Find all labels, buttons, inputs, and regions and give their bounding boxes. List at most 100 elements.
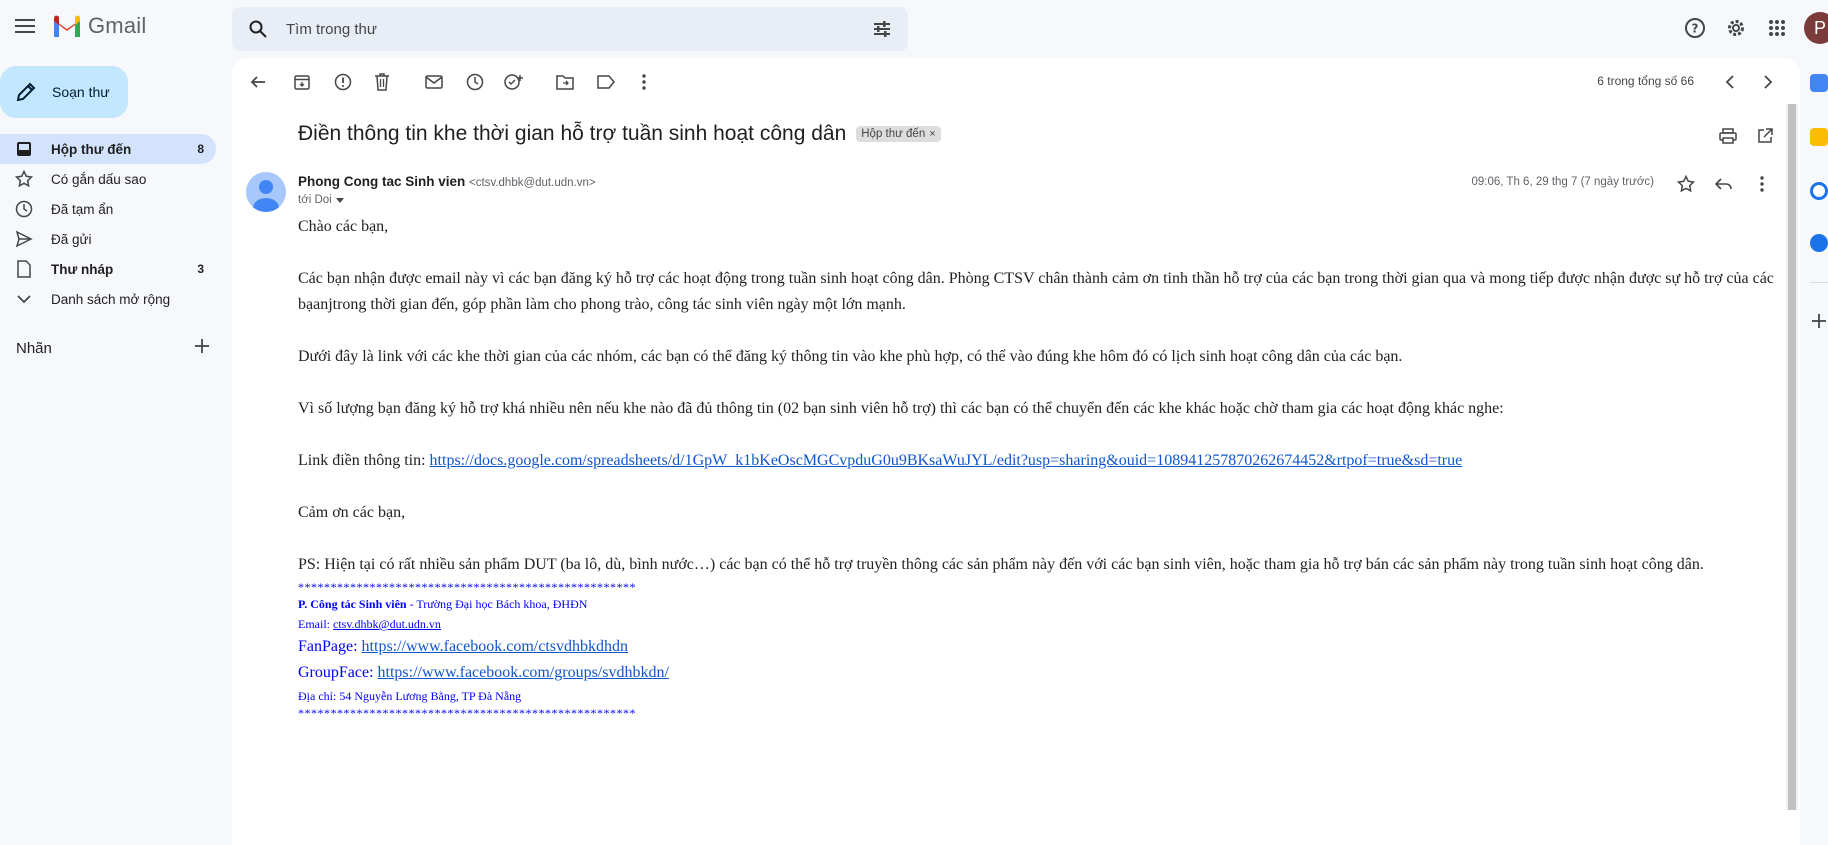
settings-gear-icon[interactable] (1722, 14, 1750, 42)
search-icon[interactable] (246, 17, 270, 41)
signature-org-rest: - Trường Đại học Bách khoa, ĐHĐN (406, 597, 588, 611)
add-to-tasks-icon[interactable] (502, 70, 526, 94)
app-name: Gmail (88, 13, 147, 38)
sidebar-nav: Hộp thư đến 8 Có gắn dấu sao Đã tạm ẩn Đ… (0, 134, 216, 314)
pencil-icon (16, 82, 36, 102)
email-date: 09:06, Th 6, 29 thg 7 (7 ngày trước) (1471, 176, 1654, 188)
caret-down-icon (335, 197, 344, 203)
draft-icon (14, 259, 34, 279)
search-bar (232, 7, 908, 51)
signature-org: P. Công tác Sinh viên - Trường Đại học B… (298, 594, 1778, 614)
print-icon[interactable] (1716, 124, 1740, 148)
link-label: Link điền thông tin: (298, 452, 430, 469)
account-controls: ? P (1681, 12, 1828, 44)
top-bar: Gmail ? P (0, 0, 1828, 58)
chip-label: Hộp thư đến (861, 128, 926, 140)
remove-label-icon[interactable]: × (929, 128, 935, 140)
subject-row: Điền thông tin khe thời gian hỗ trợ tuần… (298, 122, 941, 146)
spreadsheet-link[interactable]: https://docs.google.com/spreadsheets/d/1… (430, 452, 1463, 469)
reply-icon[interactable] (1712, 172, 1736, 196)
send-icon (14, 229, 34, 249)
sidebar-item-label: Đã gửi (51, 231, 92, 247)
sidebar-item-label: Hộp thư đến (51, 141, 132, 157)
add-label-icon[interactable] (194, 338, 210, 359)
sidebar-item-label: Thư nháp (51, 261, 114, 277)
labels-section-header: Nhãn (16, 338, 210, 359)
signature-group-line: GroupFace: https://www.facebook.com/grou… (298, 660, 1778, 686)
signature-org-name: P. Công tác Sinh viên (298, 597, 407, 611)
email-subject: Điền thông tin khe thời gian hỗ trợ tuần… (298, 122, 847, 145)
pagination-text: 6 trong tổng số 66 (1597, 74, 1694, 88)
star-icon (14, 169, 34, 189)
compose-button[interactable]: Soạn thư (0, 66, 128, 118)
message-toolbar: 6 trong tổng số 66 (232, 58, 1800, 104)
sender-email: <ctsv.dhbk@dut.udn.vn> (469, 177, 596, 189)
sidebar-item-starred[interactable]: Có gắn dấu sao (0, 164, 216, 194)
archive-icon[interactable] (290, 70, 314, 94)
labels-title: Nhãn (16, 340, 52, 357)
email-body: Chào các bạn, Các bạn nhận được email nà… (298, 214, 1778, 720)
main-menu-icon[interactable] (10, 11, 40, 41)
label-tag-icon[interactable] (594, 70, 618, 94)
contacts-app-icon[interactable] (1810, 234, 1828, 252)
inbox-label-chip: Hộp thư đến × (856, 126, 941, 142)
gmail-m-icon (54, 15, 80, 37)
sidebar-item-more[interactable]: Danh sách mở rộng (0, 284, 216, 314)
fanpage-label: FanPage: (298, 638, 362, 655)
sidebar-item-sent[interactable]: Đã gửi (0, 224, 216, 254)
snooze-clock-icon[interactable] (463, 70, 487, 94)
draft-count: 3 (197, 262, 204, 276)
search-options-icon[interactable] (870, 17, 894, 41)
tasks-app-icon[interactable] (1810, 182, 1828, 200)
sender-name[interactable]: Phong Cong tac Sinh vien (298, 174, 465, 189)
sidebar-item-drafts[interactable]: Thư nháp 3 (0, 254, 216, 284)
gmail-logo[interactable]: Gmail (52, 13, 146, 39)
sidebar-item-label: Danh sách mở rộng (51, 291, 171, 307)
mark-unread-icon[interactable] (422, 70, 446, 94)
back-arrow-icon[interactable] (246, 70, 270, 94)
signature-fanpage-line: FanPage: https://www.facebook.com/ctsvdh… (298, 634, 1778, 660)
group-label: GroupFace: (298, 664, 378, 681)
thanks-line: Cảm ơn các bạn, (298, 504, 406, 521)
recipient-line[interactable]: tới Doi (298, 194, 344, 206)
signature-divider: ****************************************… (298, 706, 636, 720)
sidebar-item-inbox[interactable]: Hộp thư đến 8 (0, 134, 216, 164)
add-addon-icon[interactable] (1810, 312, 1828, 330)
side-panel (1800, 58, 1828, 845)
side-panel-divider (1810, 282, 1828, 283)
inbox-icon (14, 139, 34, 159)
move-to-folder-icon[interactable] (553, 70, 577, 94)
keep-app-icon[interactable] (1810, 128, 1828, 146)
svg-text:?: ? (1692, 22, 1699, 36)
recipient-text: tới Doi (298, 194, 332, 206)
ps-paragraph: PS: Hiện tại có rất nhiều sản phẩm DUT (… (298, 556, 1704, 573)
more-vert-icon[interactable] (632, 70, 656, 94)
clock-icon (14, 199, 34, 219)
help-icon[interactable]: ? (1681, 14, 1709, 42)
compose-label: Soạn thư (52, 84, 110, 100)
sidebar-item-label: Đã tạm ẩn (51, 201, 114, 217)
sidebar-item-label: Có gắn dấu sao (51, 171, 147, 187)
apps-grid-icon[interactable] (1763, 14, 1791, 42)
vertical-scrollbar[interactable] (1786, 104, 1798, 810)
search-input[interactable] (286, 20, 846, 38)
open-new-window-icon[interactable] (1753, 124, 1777, 148)
older-chevron-right-icon[interactable] (1756, 70, 1780, 94)
delete-trash-icon[interactable] (370, 70, 394, 94)
star-message-icon[interactable] (1674, 172, 1698, 196)
signature-email-label: Email: (298, 617, 333, 631)
account-avatar[interactable]: P (1804, 12, 1828, 44)
calendar-app-icon[interactable] (1810, 74, 1828, 92)
newer-chevron-left-icon[interactable] (1718, 70, 1742, 94)
sidebar-item-snoozed[interactable]: Đã tạm ẩn (0, 194, 216, 224)
report-spam-icon[interactable] (331, 70, 355, 94)
message-view: 6 trong tổng số 66 Điền thông tin khe th… (232, 58, 1800, 845)
body-paragraph: Dưới đây là link với các khe thời gian c… (298, 348, 1403, 365)
message-more-icon[interactable] (1750, 172, 1774, 196)
fanpage-link[interactable]: https://www.facebook.com/ctsvdhbkdhdn (362, 638, 628, 655)
sender-avatar[interactable] (246, 172, 286, 212)
signature-email-link[interactable]: ctsv.dhbk@dut.udn.vn (333, 617, 441, 631)
link-paragraph: Link điền thông tin: https://docs.google… (298, 448, 1778, 474)
group-link[interactable]: https://www.facebook.com/groups/svdhbkdn… (378, 664, 669, 681)
scrollbar-thumb[interactable] (1788, 104, 1796, 810)
